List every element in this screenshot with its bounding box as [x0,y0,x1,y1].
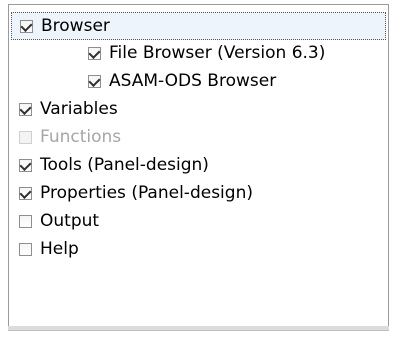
item-label: Tools (Panel-design) [40,155,209,175]
checkbox-checked-icon[interactable] [88,46,101,60]
checkbox-unchecked-icon[interactable] [19,242,32,256]
panel-bottom-border [8,326,389,331]
checklist-panel: Browser File Browser (Version 6.3) ASAM-… [8,4,389,327]
item-label: Output [40,211,100,231]
checkbox-unchecked-icon[interactable] [19,214,32,228]
checkbox-checked-icon[interactable] [19,102,32,116]
item-label: Help [40,239,79,259]
checklist-item-asam-ods-browser[interactable]: ASAM-ODS Browser [88,67,388,95]
checklist-item-functions: Functions [19,123,379,151]
checklist-item-tools[interactable]: Tools (Panel-design) [19,151,379,179]
checklist-item-file-browser[interactable]: File Browser (Version 6.3) [88,39,388,67]
window-frame: Browser File Browser (Version 6.3) ASAM-… [0,0,400,340]
checklist-item-output[interactable]: Output [19,207,379,235]
checklist-item-help[interactable]: Help [19,235,379,263]
item-label: Functions [40,127,122,147]
item-label: ASAM-ODS Browser [109,71,277,91]
item-label: Properties (Panel-design) [40,183,253,203]
checkbox-checked-icon[interactable] [20,19,33,33]
checklist-item-variables[interactable]: Variables [19,95,379,123]
checklist-item-properties[interactable]: Properties (Panel-design) [19,179,379,207]
checklist-item-browser[interactable]: Browser [11,12,386,40]
checkbox-checked-icon[interactable] [19,186,32,200]
item-label: Variables [40,99,118,119]
checkbox-checked-icon[interactable] [19,158,32,172]
item-label: Browser [41,16,110,36]
item-label: File Browser (Version 6.3) [109,43,326,63]
checkbox-disabled-icon [19,130,32,144]
checkbox-checked-icon[interactable] [88,74,101,88]
